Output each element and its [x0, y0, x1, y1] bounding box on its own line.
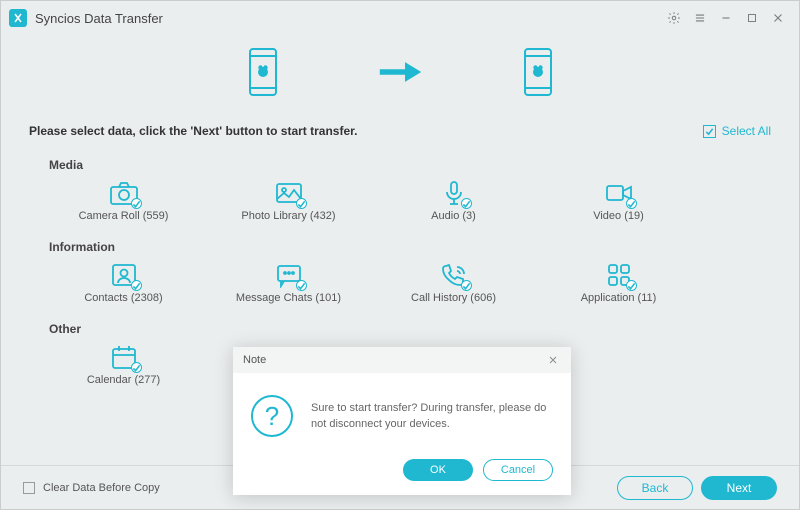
target-phone-icon — [523, 47, 553, 100]
item-label: Video (19) — [593, 210, 644, 222]
contacts-icon — [109, 262, 139, 288]
dialog-header: Note — [233, 347, 571, 373]
item-photo-library[interactable]: Photo Library (432) — [206, 180, 371, 222]
instruction-text: Please select data, click the 'Next' but… — [29, 124, 703, 138]
menu-button[interactable] — [687, 5, 713, 31]
dialog-close-button[interactable] — [545, 354, 561, 366]
item-messages[interactable]: Message Chats (101) — [206, 262, 371, 304]
next-button[interactable]: Next — [701, 476, 777, 500]
item-label: Call History (606) — [411, 292, 496, 304]
transfer-arrow-icon — [378, 59, 423, 88]
microphone-icon — [439, 180, 469, 206]
checkbox-icon — [23, 482, 35, 494]
settings-button[interactable] — [661, 5, 687, 31]
video-icon — [604, 180, 634, 206]
item-label: Contacts (2308) — [84, 292, 162, 304]
question-icon: ? — [251, 395, 293, 437]
dialog-cancel-button[interactable]: Cancel — [483, 459, 553, 481]
app-title: Syncios Data Transfer — [35, 11, 163, 26]
media-row: Camera Roll (559) Photo Library (432) Au… — [1, 178, 799, 224]
app-window: Syncios Data Transfer Please select — [0, 0, 800, 510]
section-title-information: Information — [1, 224, 799, 260]
dialog-title: Note — [243, 354, 266, 366]
calendar-icon — [109, 344, 139, 370]
item-label: Message Chats (101) — [236, 292, 341, 304]
select-all-toggle[interactable]: Select All — [703, 124, 771, 138]
item-calendar[interactable]: Calendar (277) — [41, 344, 206, 386]
item-camera-roll[interactable]: Camera Roll (559) — [41, 180, 206, 222]
minimize-button[interactable] — [713, 5, 739, 31]
camera-icon — [109, 180, 139, 206]
titlebar: Syncios Data Transfer — [1, 1, 799, 35]
close-button[interactable] — [765, 5, 791, 31]
back-button[interactable]: Back — [617, 476, 693, 500]
close-icon — [547, 354, 559, 366]
section-title-other: Other — [1, 306, 799, 342]
device-diagram — [1, 35, 799, 118]
close-icon — [771, 11, 785, 25]
select-all-checkbox-icon — [703, 125, 716, 138]
photo-icon — [274, 180, 304, 206]
item-label: Application (11) — [581, 292, 657, 304]
item-label: Camera Roll (559) — [79, 210, 169, 222]
item-audio[interactable]: Audio (3) — [371, 180, 536, 222]
dialog-message: Sure to start transfer? During transfer,… — [311, 400, 553, 433]
apps-icon — [604, 262, 634, 288]
item-contacts[interactable]: Contacts (2308) — [41, 262, 206, 304]
select-all-label: Select All — [722, 124, 771, 138]
clear-data-label: Clear Data Before Copy — [43, 482, 160, 494]
item-call-history[interactable]: Call History (606) — [371, 262, 536, 304]
menu-icon — [693, 11, 707, 25]
item-label: Calendar (277) — [87, 374, 160, 386]
maximize-button[interactable] — [739, 5, 765, 31]
item-video[interactable]: Video (19) — [536, 180, 701, 222]
section-title-media: Media — [1, 142, 799, 178]
source-phone-icon — [248, 47, 278, 100]
information-row: Contacts (2308) Message Chats (101) Call… — [1, 260, 799, 306]
message-icon — [274, 262, 304, 288]
confirm-dialog: Note ? Sure to start transfer? During tr… — [233, 347, 571, 495]
item-application[interactable]: Application (11) — [536, 262, 701, 304]
clear-data-toggle[interactable]: Clear Data Before Copy — [23, 482, 160, 494]
gear-icon — [667, 11, 681, 25]
instruction-row: Please select data, click the 'Next' but… — [1, 118, 799, 142]
minimize-icon — [719, 11, 733, 25]
item-label: Photo Library (432) — [241, 210, 335, 222]
app-logo-icon — [9, 9, 27, 27]
dialog-ok-button[interactable]: OK — [403, 459, 473, 481]
maximize-icon — [745, 11, 759, 25]
phone-icon — [439, 262, 469, 288]
